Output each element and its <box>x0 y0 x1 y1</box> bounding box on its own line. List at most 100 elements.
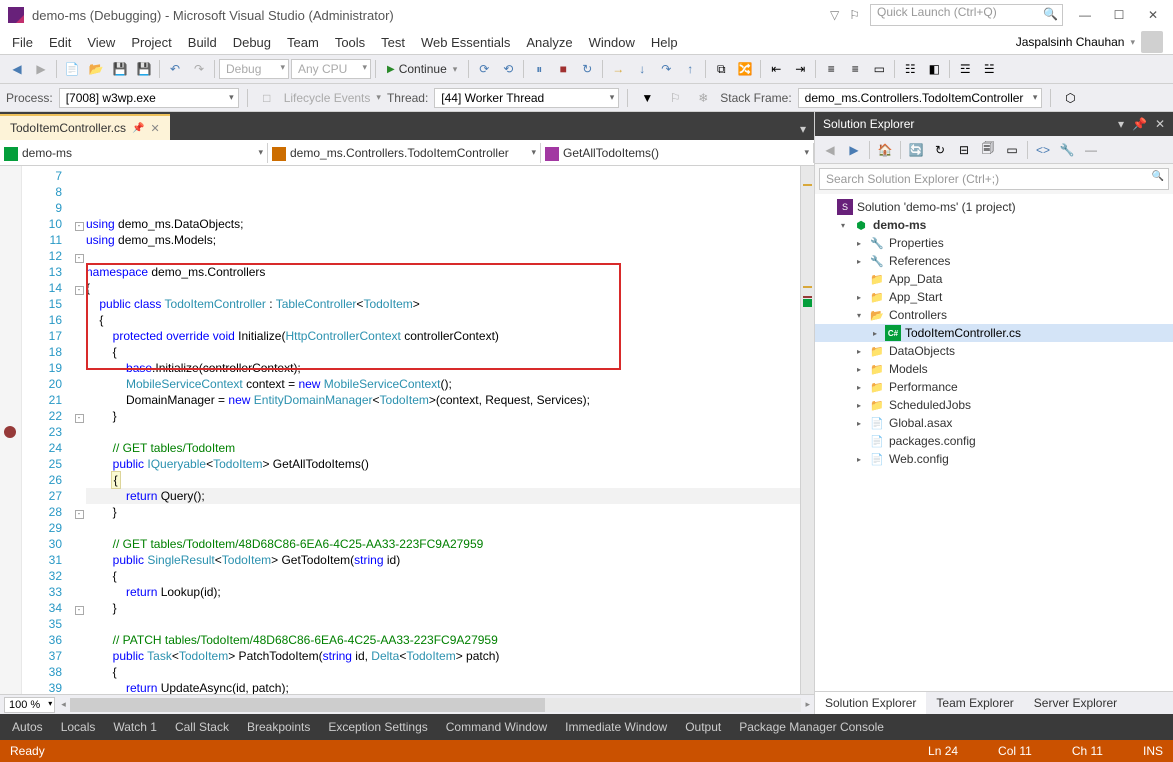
ext1-button[interactable]: ☷ <box>899 58 921 80</box>
code-editor[interactable]: using demo_ms.DataObjects;using demo_ms.… <box>86 166 800 694</box>
tool-tab-immediate-window[interactable]: Immediate Window <box>557 716 675 738</box>
menu-window[interactable]: Window <box>581 32 643 53</box>
code-line[interactable]: namespace demo_ms.Controllers <box>86 264 800 280</box>
code-line[interactable]: { <box>86 280 800 296</box>
expand-icon[interactable]: ▸ <box>853 345 865 357</box>
nav-member-dropdown[interactable]: GetAllTodoItems() <box>541 143 814 163</box>
code-line[interactable]: { <box>86 344 800 360</box>
menu-team[interactable]: Team <box>279 32 327 53</box>
fold-column[interactable]: - - - - - - <box>72 166 86 694</box>
nav-project-dropdown[interactable]: demo-ms <box>0 143 268 163</box>
expand-icon[interactable] <box>821 201 833 213</box>
minimize-button[interactable]: — <box>1073 4 1097 26</box>
code-line[interactable]: { <box>86 472 800 488</box>
split-arrow-icon[interactable]: ◂ <box>61 699 66 710</box>
solution-explorer-title-bar[interactable]: Solution Explorer ▾ 📌 ✕ <box>815 112 1173 136</box>
menu-test[interactable]: Test <box>373 32 413 53</box>
code-line[interactable] <box>86 424 800 440</box>
expand-icon[interactable]: ▸ <box>853 363 865 375</box>
se-back-button[interactable]: ◀ <box>819 139 841 161</box>
code-line[interactable]: { <box>86 312 800 328</box>
tree-node[interactable]: ▸🔧References <box>815 252 1173 270</box>
indent-less-button[interactable]: ⇤ <box>765 58 787 80</box>
browser-link-button[interactable]: ⟲ <box>497 58 519 80</box>
se-code-button[interactable]: <> <box>1032 139 1054 161</box>
code-area[interactable]: 7891011121314151617181920212223242526272… <box>0 166 814 694</box>
code-line[interactable]: { <box>86 568 800 584</box>
platform-dropdown[interactable]: Any CPU <box>291 59 371 79</box>
restart-button[interactable]: ↻ <box>576 58 598 80</box>
tree-node[interactable]: ▸📁Models <box>815 360 1173 378</box>
uncomment-button[interactable]: ≡ <box>844 58 866 80</box>
se-more-button[interactable]: — <box>1080 139 1102 161</box>
maximize-button[interactable]: ☐ <box>1107 4 1131 26</box>
horizontal-scrollbar[interactable] <box>70 698 802 712</box>
pin-pane-icon[interactable]: 📌 <box>1132 117 1147 131</box>
code-line[interactable] <box>86 248 800 264</box>
dropdown-icon[interactable]: ▾ <box>1118 117 1124 131</box>
step-over-button[interactable]: ↷ <box>655 58 677 80</box>
save-button[interactable]: 💾 <box>109 58 131 80</box>
code-line[interactable]: { <box>86 664 800 680</box>
open-button[interactable]: 📂 <box>85 58 107 80</box>
breakpoint-icon[interactable] <box>4 426 16 438</box>
diag-tools-button[interactable]: 🔀 <box>734 58 756 80</box>
nav-back-button[interactable]: ◀ <box>6 58 28 80</box>
code-line[interactable]: using demo_ms.DataObjects; <box>86 216 800 232</box>
ext2-button[interactable]: ◧ <box>923 58 945 80</box>
intellitrace-button[interactable]: ⧉ <box>710 58 732 80</box>
code-line[interactable]: // PATCH tables/TodoItem/48D68C86-6EA6-4… <box>86 632 800 648</box>
tab-close-icon[interactable]: ✕ <box>151 122 160 135</box>
se-collapse-button[interactable]: ⊟ <box>953 139 975 161</box>
se-sync-button[interactable]: 🔄 <box>905 139 927 161</box>
step-next-stmt-button[interactable]: → <box>607 58 629 80</box>
lifecycle-icon[interactable]: □ <box>256 87 278 109</box>
code-line[interactable]: return UpdateAsync(id, patch); <box>86 680 800 694</box>
tool-tab-exception-settings[interactable]: Exception Settings <box>320 716 435 738</box>
expand-icon[interactable]: ▾ <box>837 219 849 231</box>
se-properties-button[interactable]: 🔧 <box>1056 139 1078 161</box>
expand-icon[interactable] <box>853 273 865 285</box>
ext3-button[interactable]: ☲ <box>954 58 976 80</box>
expand-icon[interactable]: ▸ <box>853 453 865 465</box>
tree-node[interactable]: ▾⬢demo-ms <box>815 216 1173 234</box>
tree-node[interactable]: 📄packages.config <box>815 432 1173 450</box>
notifications-icon[interactable]: ⚐ <box>849 8 860 22</box>
menu-file[interactable]: File <box>4 32 41 53</box>
menu-project[interactable]: Project <box>123 32 179 53</box>
freeze-button[interactable]: ❄ <box>692 87 714 109</box>
tree-node[interactable]: ▸📄Web.config <box>815 450 1173 468</box>
tree-node[interactable]: ▸📁ScheduledJobs <box>815 396 1173 414</box>
menu-edit[interactable]: Edit <box>41 32 79 53</box>
tool-tab-call-stack[interactable]: Call Stack <box>167 716 237 738</box>
expand-icon[interactable]: ▸ <box>853 237 865 249</box>
zoom-dropdown[interactable]: 100 % <box>4 697 55 713</box>
tree-node[interactable]: ▸📁DataObjects <box>815 342 1173 360</box>
code-line[interactable]: } <box>86 600 800 616</box>
tab-overflow-icon[interactable]: ▾ <box>792 118 814 140</box>
editor-tab[interactable]: TodoItemController.cs 📌 ✕ <box>0 114 170 140</box>
code-line[interactable]: MobileServiceContext context = new Mobil… <box>86 376 800 392</box>
menu-web-essentials[interactable]: Web Essentials <box>413 32 518 53</box>
tool-tab-command-window[interactable]: Command Window <box>438 716 555 738</box>
code-line[interactable]: base.Initialize(controllerContext); <box>86 360 800 376</box>
code-line[interactable]: } <box>86 504 800 520</box>
vertical-scrollbar[interactable] <box>800 166 814 694</box>
thread-dropdown[interactable]: [44] Worker Thread <box>434 88 619 108</box>
se-tab-server-explorer[interactable]: Server Explorer <box>1024 692 1127 714</box>
code-line[interactable]: // GET tables/TodoItem/48D68C86-6EA6-4C2… <box>86 536 800 552</box>
tool-tab-breakpoints[interactable]: Breakpoints <box>239 716 318 738</box>
code-line[interactable]: DomainManager = new EntityDomainManager<… <box>86 392 800 408</box>
undo-button[interactable]: ↶ <box>164 58 186 80</box>
se-tab-solution-explorer[interactable]: Solution Explorer <box>815 692 926 714</box>
tool-tab-watch-1[interactable]: Watch 1 <box>105 716 165 738</box>
code-line[interactable]: return Query(); <box>86 488 800 504</box>
tree-node[interactable]: ▾📂Controllers <box>815 306 1173 324</box>
ext4-button[interactable]: ☱ <box>978 58 1000 80</box>
stackframe-dropdown[interactable]: demo_ms.Controllers.TodoItemController <box>798 88 1043 108</box>
solution-explorer-search[interactable]: Search Solution Explorer (Ctrl+;) <box>819 168 1169 190</box>
code-line[interactable]: return Lookup(id); <box>86 584 800 600</box>
refresh-button[interactable]: ⟳ <box>473 58 495 80</box>
pause-button[interactable]: ⏸ <box>528 58 550 80</box>
close-pane-icon[interactable]: ✕ <box>1155 117 1165 131</box>
